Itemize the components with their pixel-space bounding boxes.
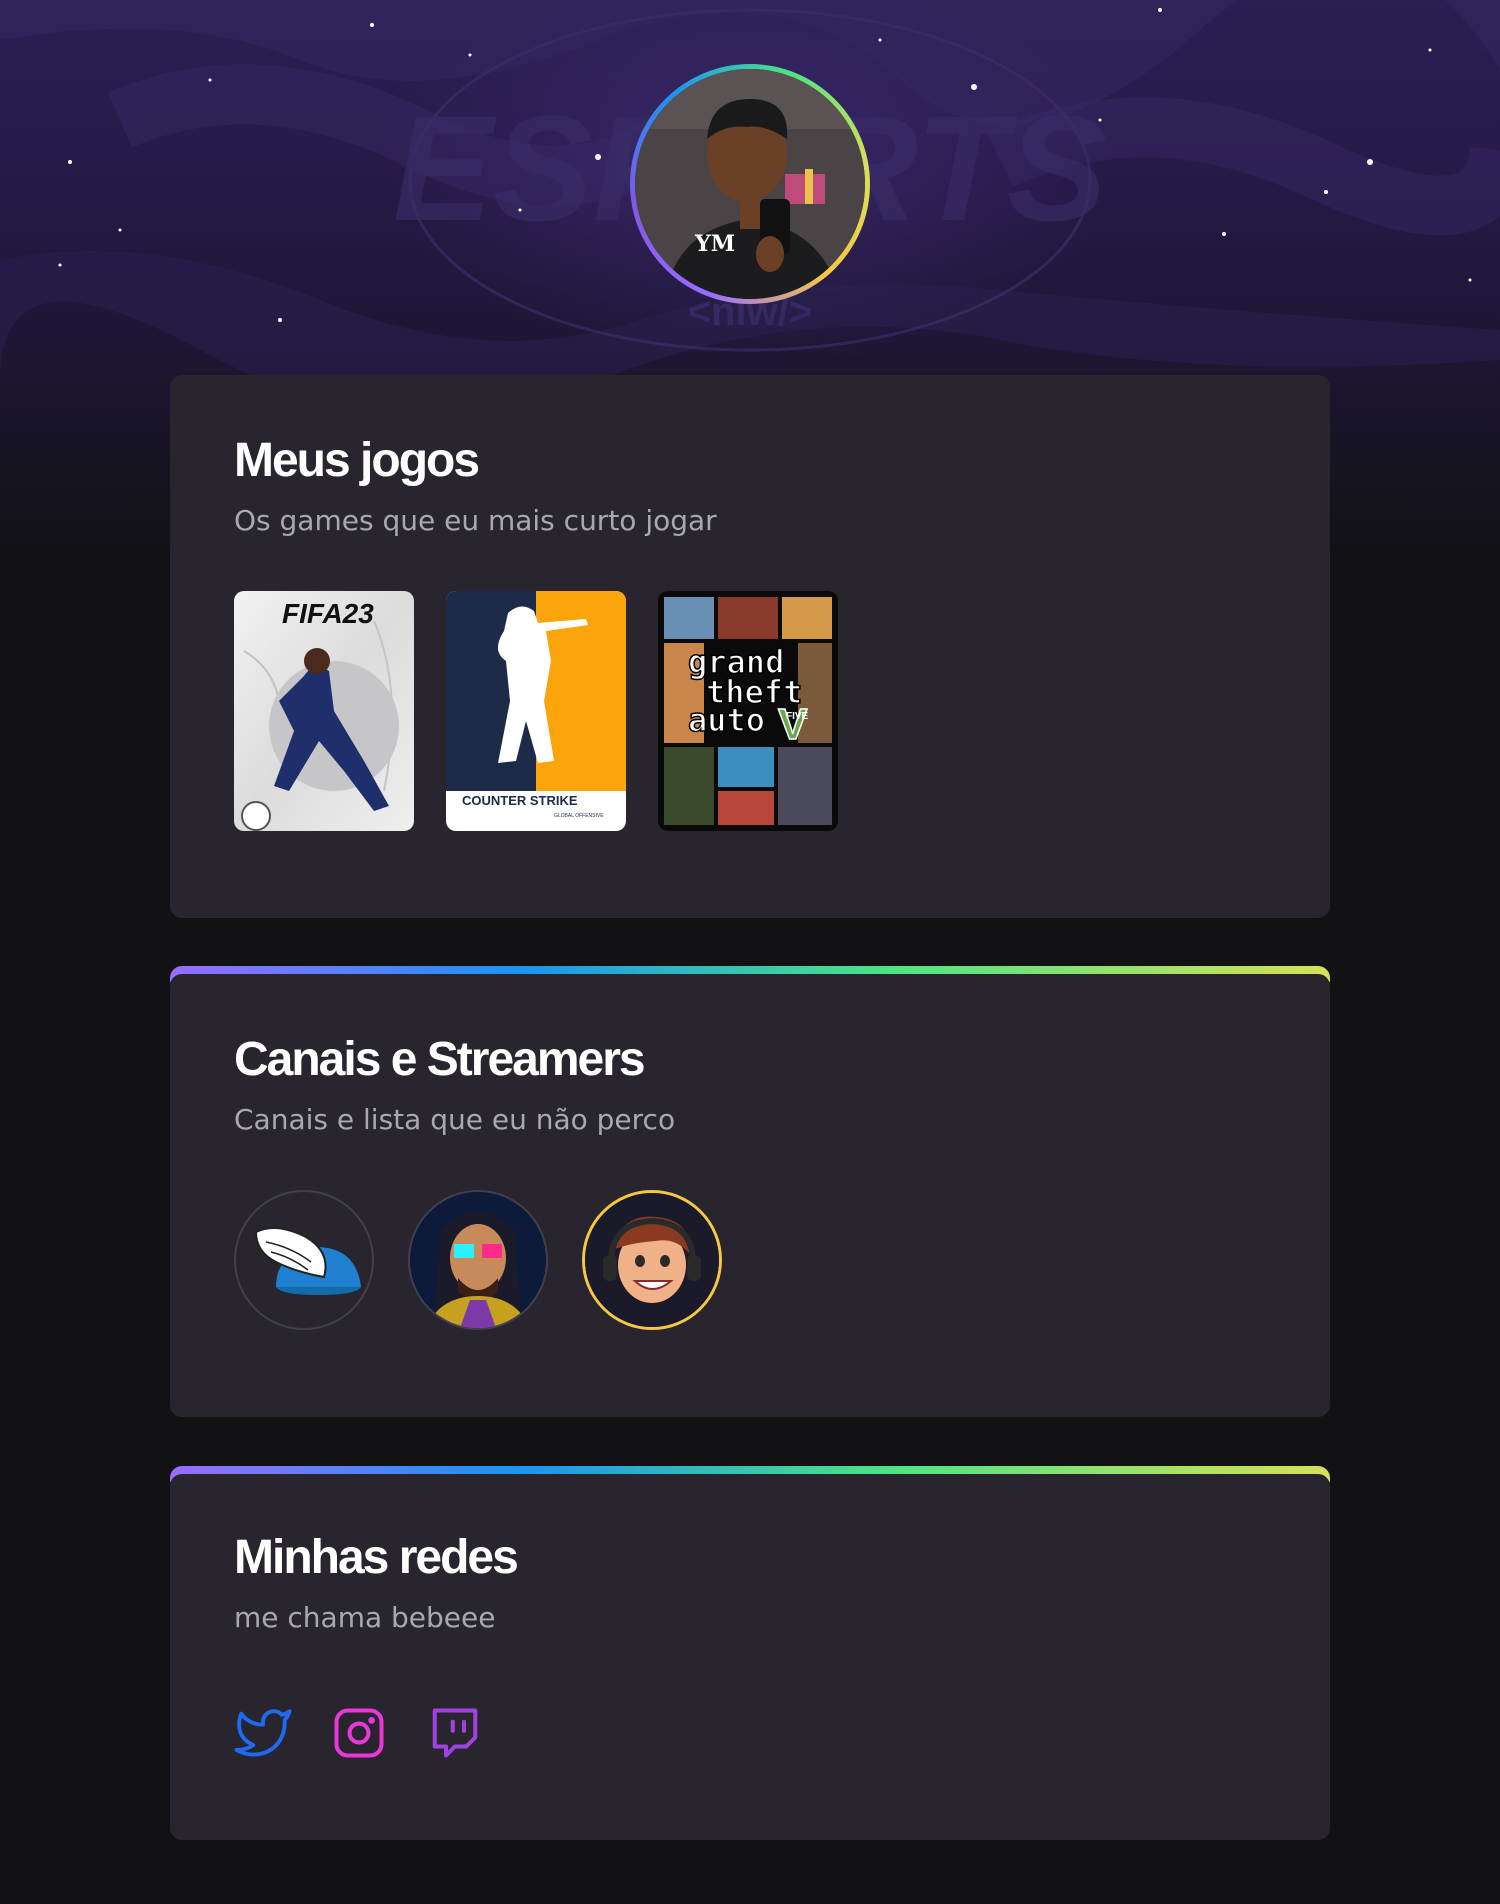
csgo-cover-icon: COUNTER STRIKE GLOBAL OFFENSIVE [446, 591, 626, 831]
csgo-cover-subtext: GLOBAL OFFENSIVE [554, 813, 604, 819]
twitter-icon [234, 1709, 292, 1757]
fifa-cover-text: FIFA23 [282, 598, 374, 629]
games-title: Meus jogos [234, 434, 480, 487]
streamer-glasses-avatar-icon [410, 1192, 546, 1328]
twitch-link[interactable] [426, 1704, 484, 1762]
game-counter-strike[interactable]: COUNTER STRIKE GLOBAL OFFENSIVE [446, 591, 626, 831]
game-fifa-23[interactable]: FIFA23 [234, 591, 414, 831]
winged-helmet-avatar-icon [254, 1227, 361, 1295]
games-card: Meus jogos Os games que eu mais curto jo… [170, 367, 1330, 918]
socials-title: Minhas redes [234, 1531, 519, 1584]
channels-card: Canais e Streamers Canais e lista que eu… [170, 966, 1330, 1417]
csgo-cover-text: COUNTER STRIKE [462, 793, 578, 808]
channel-streamer-glasses[interactable] [408, 1190, 548, 1330]
gta-cover-text-3: auto [688, 701, 765, 739]
fifa-cover-icon: FIFA23 [234, 591, 414, 831]
twitch-icon [432, 1708, 478, 1758]
games-subtitle: Os games que eu mais curto jogar [234, 504, 717, 537]
gta-cover-text-4: FIVE [786, 711, 809, 722]
gta-cover-icon: grand theft auto V FIVE [658, 591, 838, 831]
game-gta-v[interactable]: grand theft auto V FIVE [658, 591, 838, 831]
channels-title: Canais e Streamers [234, 1033, 646, 1086]
channels-subtitle: Canais e lista que eu não perco [234, 1103, 676, 1136]
profile-photo: YM [635, 69, 865, 299]
socials-card: Minhas redes me chama bebeee [170, 1466, 1330, 1840]
games-list: FIFA23 COUNTER STRIKE GLOBAL OFFENSIVE g… [234, 591, 1266, 831]
shirt-text: YM [694, 231, 735, 257]
channels-list [234, 1190, 1266, 1330]
twitter-link[interactable] [234, 1704, 292, 1762]
instagram-link[interactable] [330, 1704, 388, 1762]
socials-list [234, 1704, 1266, 1762]
channel-winged-helmet[interactable] [234, 1190, 374, 1330]
streamer-headset-avatar-icon [585, 1193, 719, 1327]
channel-streamer-headset[interactable] [582, 1190, 722, 1330]
profile-avatar: YM [630, 64, 870, 304]
socials-subtitle: me chama bebeee [234, 1601, 496, 1634]
instagram-icon [334, 1708, 384, 1758]
svg-text:V: V [778, 700, 808, 749]
